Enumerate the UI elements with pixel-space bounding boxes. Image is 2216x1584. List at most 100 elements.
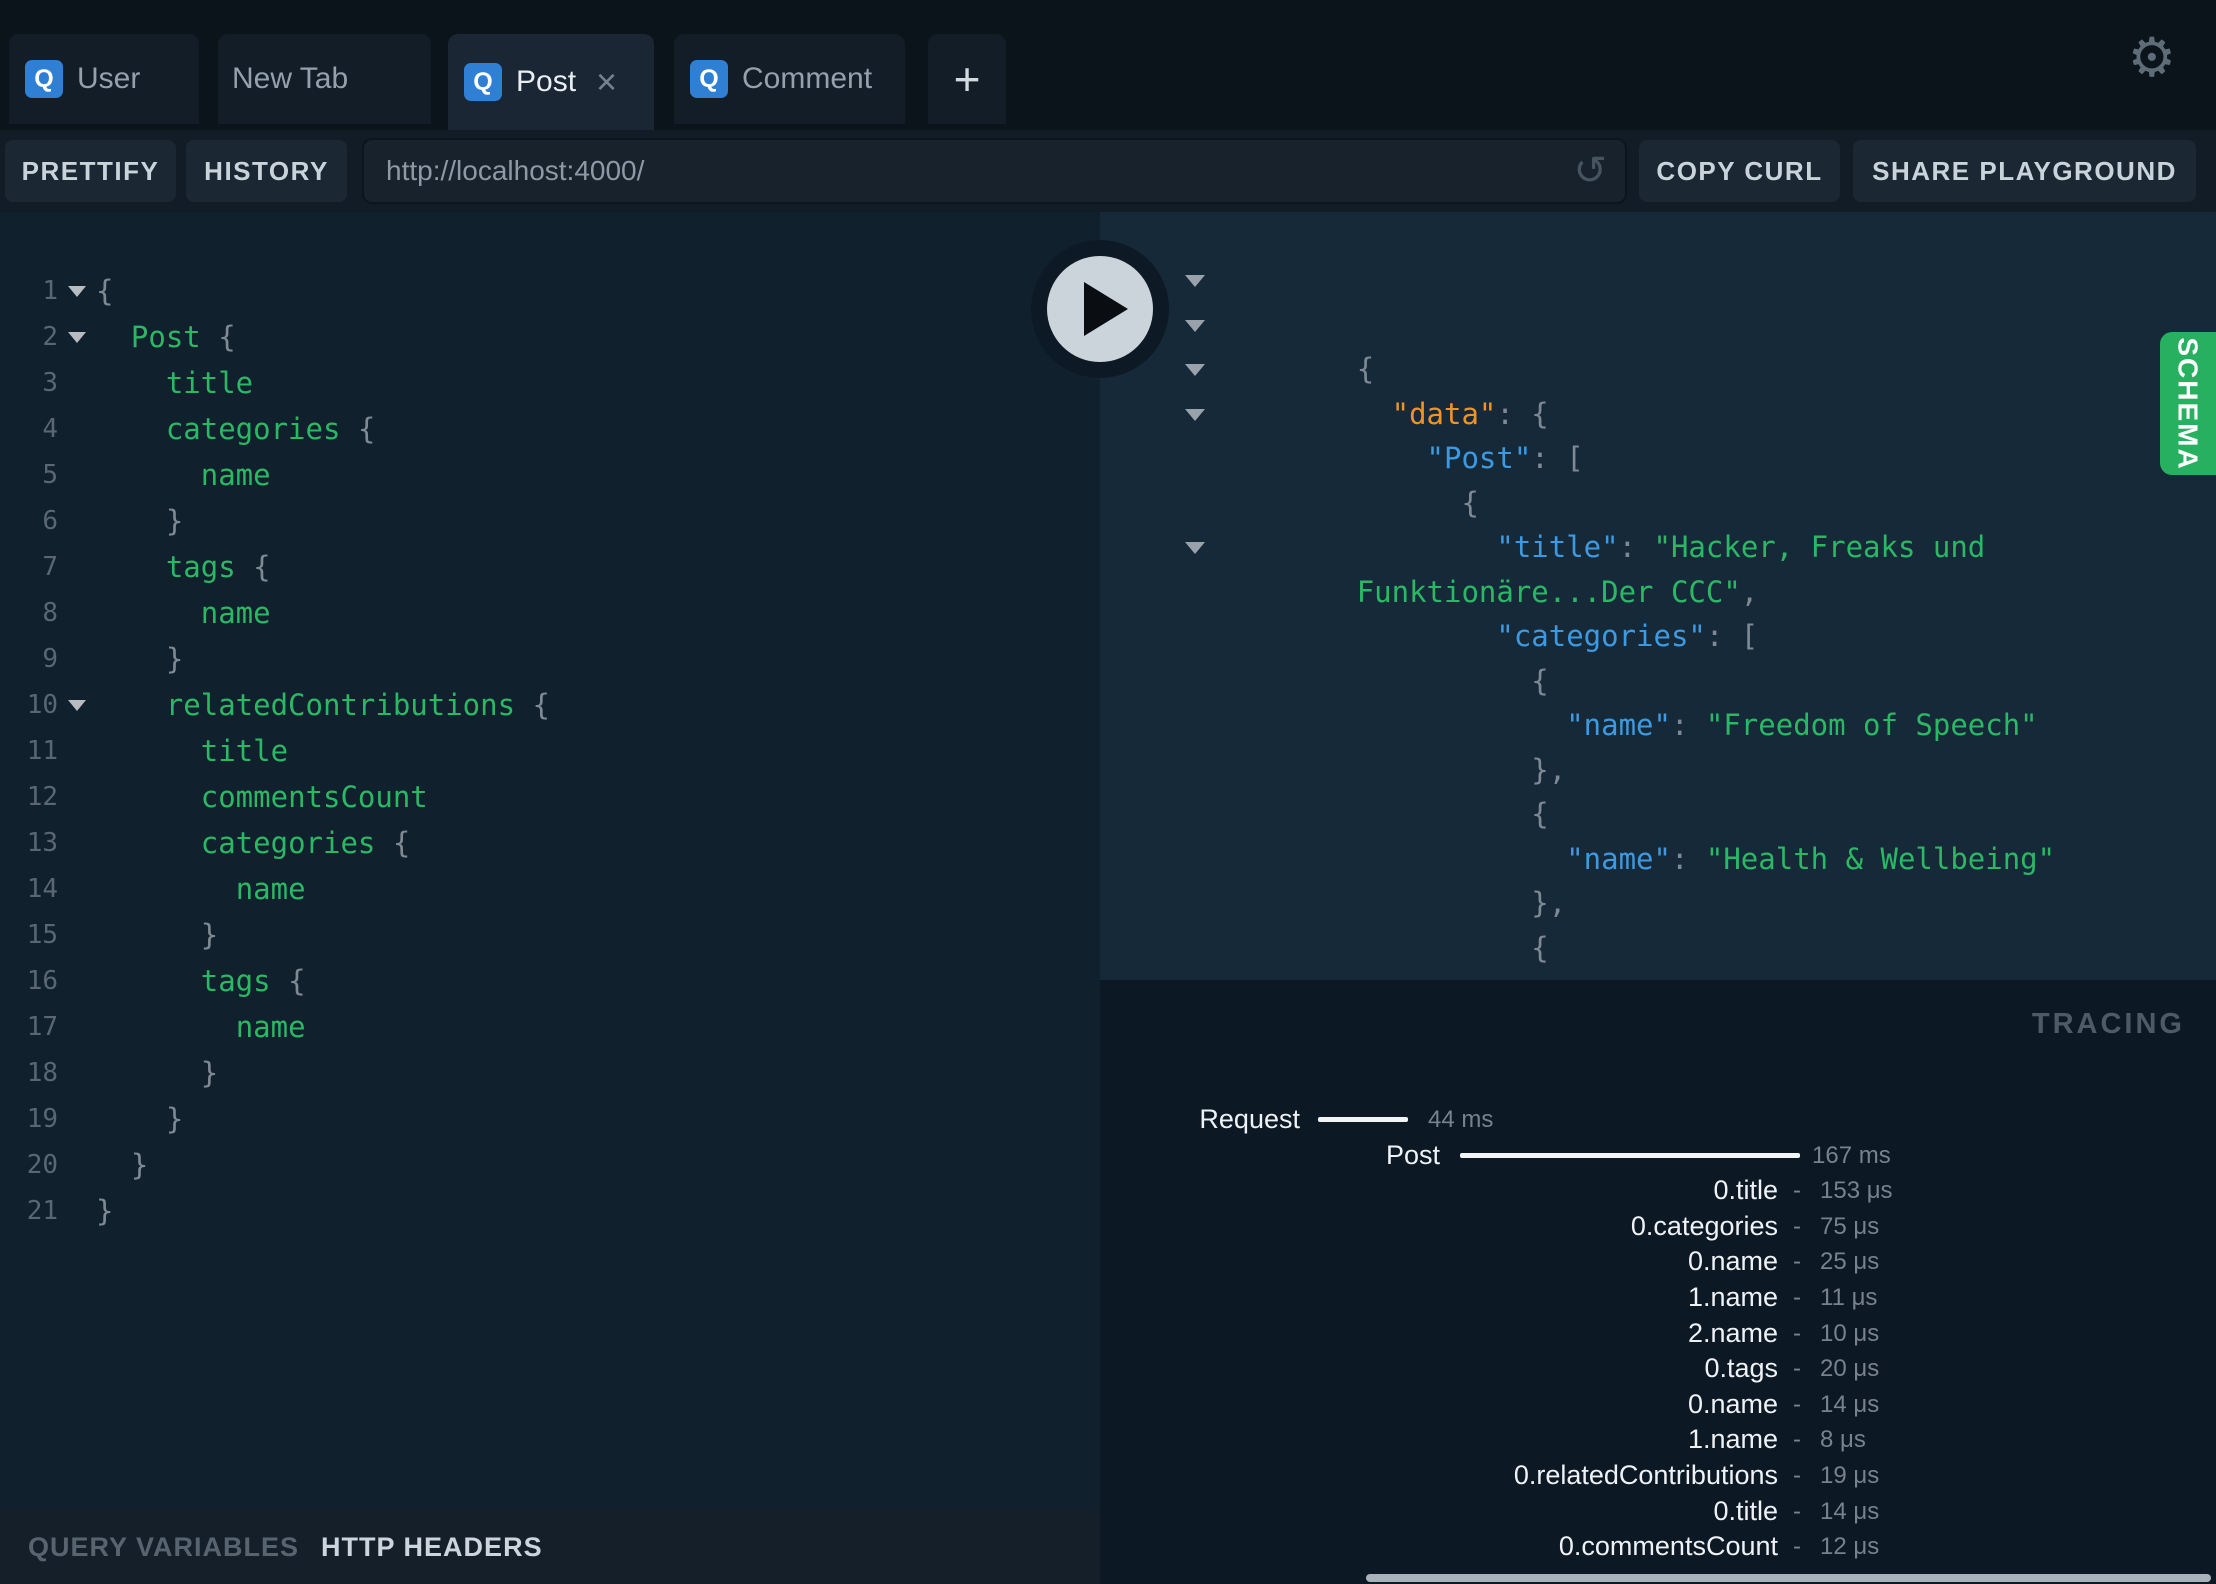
trace-row: 2.name - 10 μs: [1100, 1316, 2216, 1352]
code-line: 6 }: [0, 498, 1100, 544]
fold-arrow-icon[interactable]: [68, 700, 86, 711]
http-headers-tab[interactable]: HTTP HEADERS: [321, 1532, 543, 1563]
code-line: 16 tags {: [0, 958, 1100, 1004]
fold-column: [58, 728, 96, 774]
code-text: }: [96, 1194, 114, 1228]
collapse-arrow-icon[interactable]: [1185, 275, 1205, 287]
settings-gear-icon[interactable]: ⚙: [2128, 26, 2176, 89]
line-number: 8: [42, 598, 58, 628]
copy-curl-button[interactable]: COPY CURL: [1639, 140, 1840, 202]
trace-duration: 10 μs: [1820, 1319, 1880, 1347]
horizontal-scrollbar[interactable]: [1366, 1574, 2211, 1582]
line-number: 19: [26, 1104, 58, 1134]
query-variables-tab[interactable]: QUERY VARIABLES: [28, 1532, 299, 1563]
trace-dash: -: [1793, 1248, 1801, 1276]
trace-row: 1.name - 11 μs: [1100, 1280, 2216, 1316]
fold-column: [58, 958, 96, 1004]
code-text: }: [96, 642, 184, 676]
tab-user[interactable]: Q User: [9, 34, 199, 124]
code-text: name: [200, 596, 271, 630]
trace-duration: 14 μs: [1820, 1497, 1880, 1525]
trace-duration: 75 μs: [1820, 1212, 1880, 1240]
trace-dash: -: [1793, 1426, 1801, 1454]
code-line: 15 }: [0, 912, 1100, 958]
fold-column: [58, 360, 96, 406]
code-line: 12 commentsCount: [0, 774, 1100, 820]
trace-label: 0.relatedContributions: [1513, 1459, 1778, 1490]
trace-bar: [1460, 1152, 1800, 1158]
trace-bar: [1318, 1117, 1408, 1122]
fold-column: [58, 682, 96, 728]
code-line: 3 title: [0, 360, 1100, 406]
response-row: {: [1100, 258, 2216, 386]
tab-new-tab[interactable]: New Tab: [218, 34, 431, 124]
code-line: 9 }: [0, 636, 1100, 682]
line-number: 14: [26, 874, 58, 904]
response-row: {: [1100, 392, 2216, 520]
schema-side-tab[interactable]: SCHEMA: [2160, 332, 2216, 475]
prettify-button[interactable]: PRETTIFY: [5, 140, 176, 202]
collapse-arrow-icon[interactable]: [1185, 542, 1205, 554]
code-text: categories {: [165, 412, 376, 446]
collapse-arrow-icon[interactable]: [1185, 364, 1205, 376]
trace-label: 0.commentsCount: [1558, 1531, 1778, 1562]
trace-row: 0.name - 25 μs: [1100, 1244, 2216, 1280]
fold-column: [58, 452, 96, 498]
trace-dash: -: [1793, 1355, 1801, 1383]
editor-footer: QUERY VARIABLES HTTP HEADERS: [0, 1510, 1100, 1584]
trace-duration: 12 μs: [1820, 1533, 1880, 1561]
fold-column: [58, 1050, 96, 1096]
add-tab-button[interactable]: +: [928, 34, 1006, 124]
line-number: 9: [42, 644, 58, 674]
code-line: 8 name: [0, 590, 1100, 636]
execute-button[interactable]: [1031, 240, 1169, 378]
trace-duration: 20 μs: [1820, 1355, 1880, 1383]
endpoint-url-input[interactable]: http://localhost:4000/ ↺: [362, 138, 1627, 204]
tab-post[interactable]: Q Post ×: [448, 34, 654, 130]
trace-label: 0.name: [1687, 1388, 1778, 1419]
code-line: 2 Post {: [0, 314, 1100, 360]
trace-label: 0.name: [1687, 1246, 1778, 1277]
response-row: "name": "Health & Wellbeing": [1100, 748, 2216, 876]
trace-dash: -: [1793, 1461, 1801, 1489]
query-editor[interactable]: 1 { 2 Post { 3 title 4 categories {5 na…: [0, 212, 1100, 1510]
code-line: 1 {: [0, 268, 1100, 314]
history-button[interactable]: HISTORY: [186, 140, 347, 202]
fold-column: [58, 1188, 96, 1234]
fold-column: [58, 1096, 96, 1142]
line-number: 3: [42, 368, 58, 398]
play-icon: [1084, 282, 1128, 336]
trace-row: Post 167 ms: [1100, 1138, 2216, 1174]
query-badge-icon: Q: [690, 60, 728, 98]
trace-duration: 19 μs: [1820, 1461, 1880, 1489]
fold-arrow-icon[interactable]: [68, 286, 86, 297]
trace-dash: -: [1793, 1497, 1801, 1525]
fold-arrow-icon[interactable]: [68, 332, 86, 343]
collapse-arrow-icon[interactable]: [1185, 319, 1205, 332]
response-row: },: [1100, 792, 2216, 920]
trace-dash: -: [1793, 1319, 1801, 1347]
reload-icon[interactable]: ↺: [1573, 151, 1607, 191]
tab-comment[interactable]: Q Comment: [674, 34, 905, 124]
query-code: 1 { 2 Post { 3 title 4 categories {5 na…: [0, 268, 1100, 1234]
line-number: 11: [26, 736, 58, 766]
trace-duration: 11 μs: [1820, 1283, 1878, 1311]
line-number: 15: [26, 920, 58, 950]
line-number: 17: [26, 1012, 58, 1042]
line-number: 2: [42, 322, 58, 352]
fold-column: [58, 866, 96, 912]
tracing-title: TRACING: [2031, 1008, 2185, 1040]
line-number: 18: [26, 1058, 58, 1088]
code-line: 10 relatedContributions {: [0, 682, 1100, 728]
code-text: tags {: [200, 964, 306, 998]
plus-icon: +: [953, 53, 981, 105]
share-playground-button[interactable]: SHARE PLAYGROUND: [1853, 140, 2196, 202]
trace-label: Post: [1385, 1139, 1440, 1170]
line-number: 10: [26, 690, 58, 720]
code-line: 13 categories {: [0, 820, 1100, 866]
response-viewer: { "data": { "Post": [ { "title": "Hacker…: [1100, 212, 2216, 980]
collapse-arrow-icon[interactable]: [1185, 408, 1205, 421]
close-icon[interactable]: ×: [596, 64, 617, 100]
line-number: 16: [26, 966, 58, 996]
fold-column: [58, 314, 96, 360]
